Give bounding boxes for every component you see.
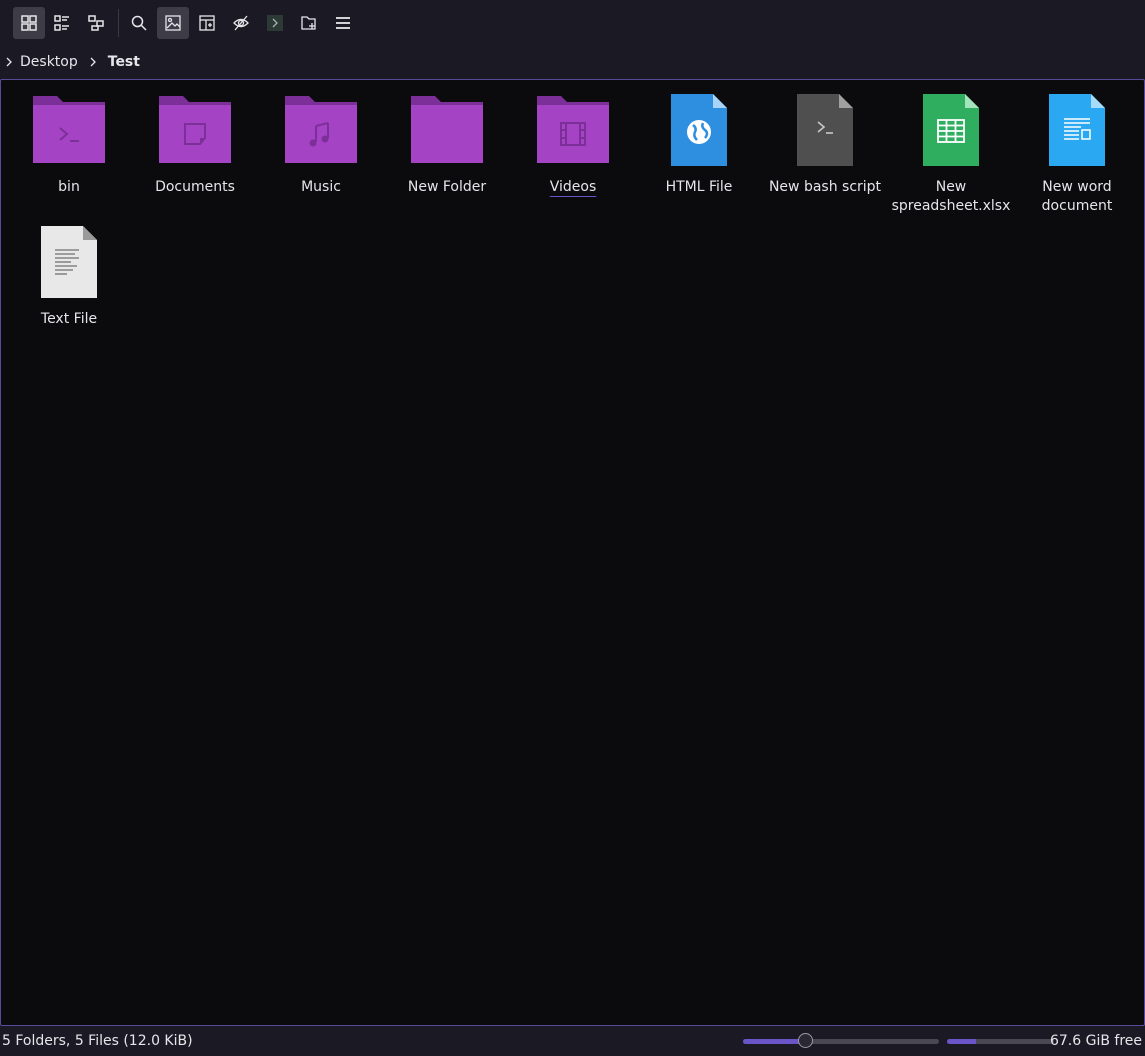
folder-music-icon <box>285 96 357 163</box>
show-hidden-button[interactable] <box>225 7 257 39</box>
chevron-right-icon[interactable] <box>2 55 16 69</box>
preview-button[interactable] <box>157 7 189 39</box>
status-bar: 5 Folders, 5 Files (12.0 KiB) 67.6 GiB f… <box>0 1026 1145 1056</box>
details-view-button[interactable] <box>80 7 112 39</box>
word-file-icon <box>1049 94 1105 166</box>
status-summary: 5 Folders, 5 Files (12.0 KiB) <box>2 1033 193 1049</box>
zoom-slider[interactable] <box>743 1033 939 1048</box>
file-label: HTML File <box>665 179 733 195</box>
folder-documents-icon <box>159 96 231 163</box>
file-view[interactable]: bin Documents Music New Folder Videos HT… <box>0 79 1145 1026</box>
file-item-word[interactable]: New word document <box>1014 92 1140 216</box>
free-space-fill <box>947 1039 976 1044</box>
icons-view-icon <box>21 15 37 31</box>
file-label: bin <box>58 179 80 195</box>
file-item-videos[interactable]: Videos <box>510 92 636 197</box>
breadcrumb-item-test[interactable]: Test <box>108 54 140 70</box>
html-file-icon <box>671 94 727 166</box>
split-button[interactable] <box>191 7 223 39</box>
file-label: Documents <box>155 179 235 195</box>
file-item-documents[interactable]: Documents <box>132 92 258 197</box>
search-button[interactable] <box>123 7 155 39</box>
hidden-eye-icon <box>233 15 249 31</box>
file-label: New bash script <box>768 179 882 195</box>
file-item-text[interactable]: Text File <box>6 224 132 329</box>
file-item-html[interactable]: HTML File <box>636 92 762 197</box>
file-item-new-folder[interactable]: New Folder <box>384 92 510 197</box>
file-label: Music <box>301 179 341 195</box>
toolbar-separator <box>118 9 119 37</box>
hamburger-icon <box>336 17 350 29</box>
toolbar <box>0 0 1145 46</box>
breadcrumb: Desktop Test <box>0 46 1145 78</box>
file-label: New word document <box>1041 179 1113 214</box>
breadcrumb-item-desktop[interactable]: Desktop <box>20 54 78 70</box>
file-label: Videos <box>549 179 597 195</box>
details-view-icon <box>88 15 104 31</box>
terminal-button[interactable] <box>259 7 291 39</box>
file-item-spreadsheet[interactable]: New spreadsheet.xlsx <box>888 92 1014 216</box>
chevron-right-icon[interactable] <box>86 55 100 69</box>
compact-view-icon <box>54 15 69 31</box>
file-label: Text File <box>40 311 98 327</box>
icons-view-button[interactable] <box>13 7 45 39</box>
folder-icon <box>411 96 483 163</box>
compact-view-button[interactable] <box>46 7 78 39</box>
new-folder-button[interactable] <box>293 7 325 39</box>
file-item-music[interactable]: Music <box>258 92 384 197</box>
spreadsheet-file-icon <box>923 94 979 166</box>
file-item-bin[interactable]: bin <box>6 92 132 197</box>
script-file-icon <box>797 94 853 166</box>
folder-videos-icon <box>537 96 609 163</box>
search-icon <box>131 15 147 31</box>
file-label: New Folder <box>407 179 487 195</box>
image-icon <box>165 15 181 31</box>
zoom-slider-handle[interactable] <box>798 1033 814 1048</box>
file-label: New spreadsheet.xlsx <box>891 179 1011 214</box>
split-view-icon <box>199 15 215 31</box>
text-file-icon <box>41 226 97 298</box>
free-space-bar <box>947 1039 1054 1044</box>
folder-terminal-icon <box>33 96 105 163</box>
new-folder-icon <box>301 16 316 30</box>
file-item-bash-script[interactable]: New bash script <box>762 92 888 197</box>
terminal-icon <box>267 15 283 31</box>
menu-button[interactable] <box>327 7 359 39</box>
zoom-slider-fill <box>743 1039 806 1044</box>
free-space-label: 67.6 GiB free <box>1049 1033 1142 1049</box>
